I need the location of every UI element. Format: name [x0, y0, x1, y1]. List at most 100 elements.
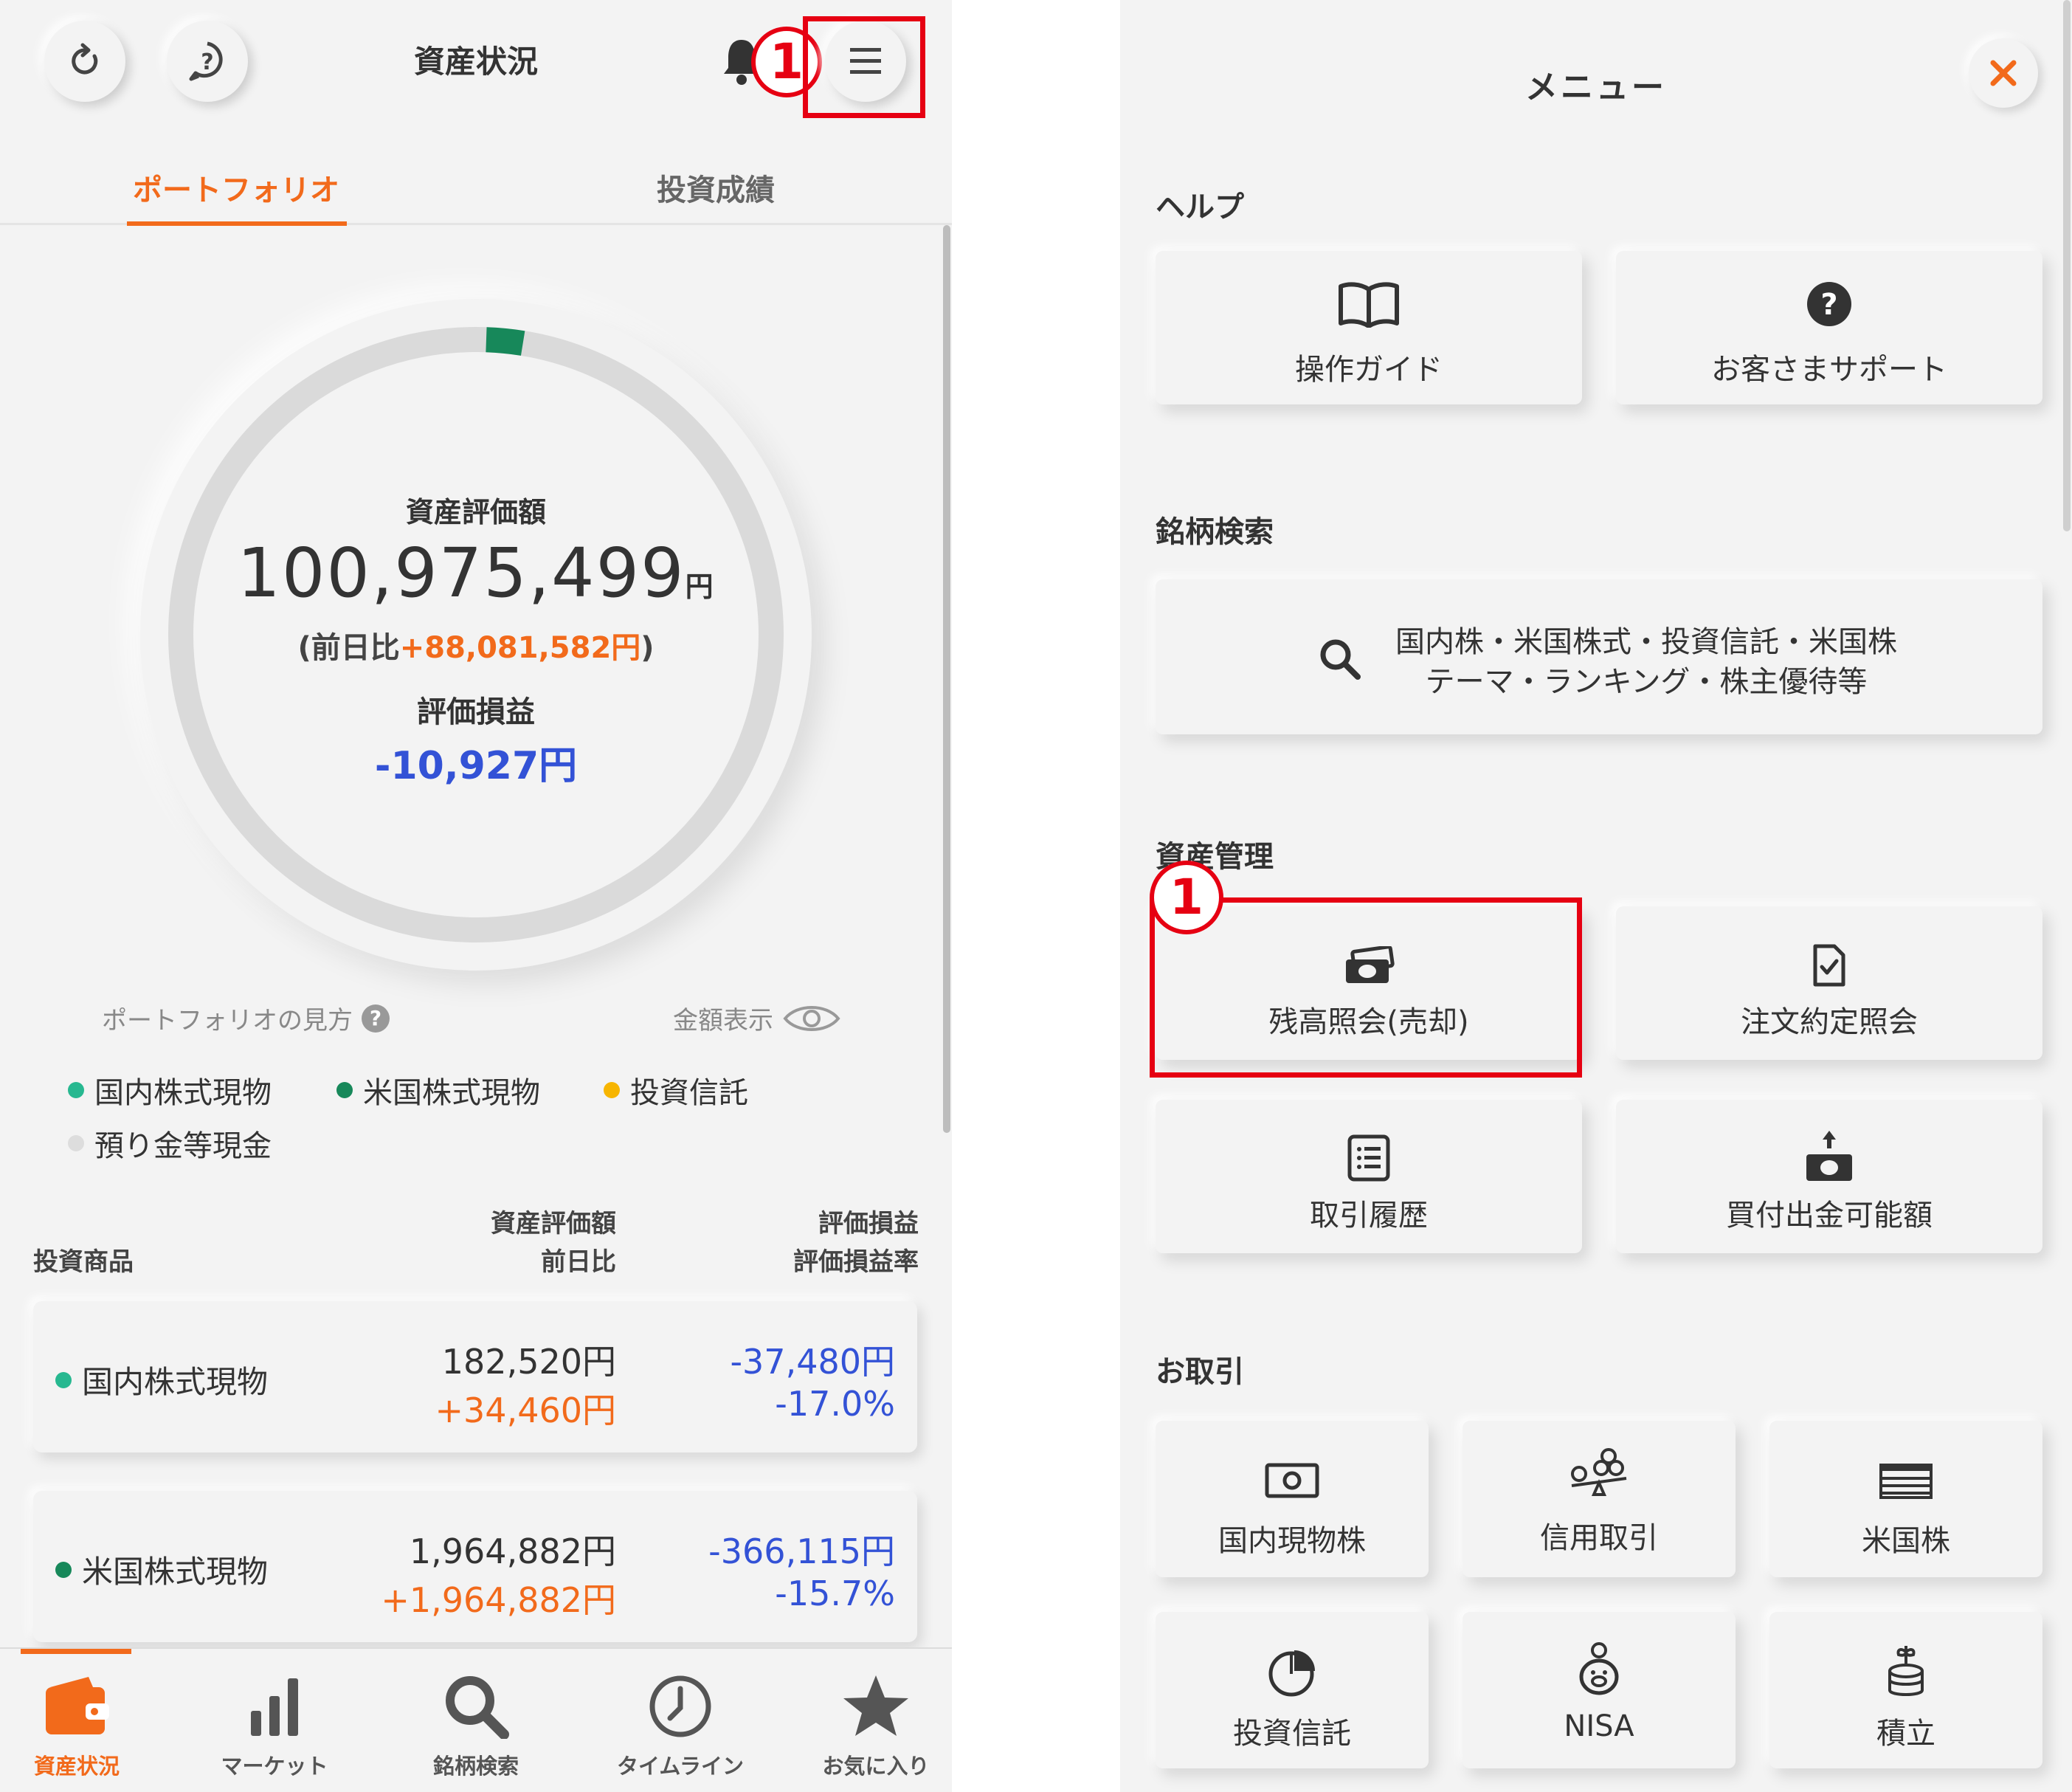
holding-value: 1,964,882円 [409, 1531, 616, 1571]
nav-label: タイムライン [617, 1754, 744, 1779]
svg-text:?: ? [201, 49, 213, 75]
amount-toggle[interactable]: 金額表示 [673, 1000, 841, 1036]
nav-item-assets[interactable]: 資産状況 [0, 1649, 172, 1792]
pl-label: 評価損益 [417, 695, 535, 729]
search-icon [446, 1676, 509, 1739]
legend-dot [68, 1082, 84, 1098]
section-search: 銘柄検索 [1156, 515, 1274, 549]
svg-text:?: ? [1820, 288, 1837, 322]
bottom-nav: 資産状況 マーケット 銘柄検索 タイムライン お気に入り [0, 1647, 952, 1792]
asset-value-unit: 円 [685, 571, 715, 603]
menu-title: メニュー [1525, 69, 1667, 106]
tile-us-stock[interactable]: 米国株 [1769, 1421, 2042, 1577]
col-header-pl-rate: 評価損益率 [793, 1247, 919, 1277]
legend-dot [68, 1135, 84, 1151]
tile-label: 投資信託 [1233, 1717, 1351, 1751]
tile-nisa[interactable]: NISA [1463, 1612, 1736, 1768]
us-flag-icon [1879, 1464, 1933, 1499]
holding-dot [55, 1561, 72, 1578]
nav-label: 銘柄検索 [432, 1754, 519, 1779]
holding-pl-rate: -17.0% [775, 1384, 895, 1424]
tile-label: 取引履歴 [1310, 1199, 1428, 1233]
help-button[interactable]: ? [167, 21, 248, 102]
eye-icon [783, 1005, 840, 1031]
refresh-button[interactable] [44, 21, 125, 102]
tile-transaction-history[interactable]: 取引履歴 [1156, 1100, 1582, 1253]
tile-label: 操作ガイド [1295, 353, 1443, 387]
page-title: 資産状況 [413, 44, 538, 80]
asset-value-amount: 100,975,499 [237, 534, 686, 613]
day-diff: (前日比+88,081,582円) [140, 624, 812, 666]
wallet-icon [46, 1677, 109, 1734]
search-tile-text: 国内株・米国株式・投資信託・米国株 テーマ・ランキング・株主優待等 [1370, 622, 1923, 702]
col-header-pl: 評価損益 [818, 1209, 919, 1238]
tile-label: 注文約定照会 [1741, 1005, 1918, 1039]
legend-item-domestic-stock: 国内株式現物 [68, 1069, 272, 1112]
tile-operation-guide[interactable]: 操作ガイド [1156, 251, 1582, 404]
active-tab-indicator [127, 221, 347, 226]
portfolio-help-link[interactable]: ポートフォリオの見方 ? [102, 1000, 390, 1036]
tile-domestic-stock[interactable]: 国内現物株 [1156, 1421, 1429, 1577]
asset-value: 100,975,499円 [140, 534, 812, 613]
bar-chart-icon [251, 1678, 298, 1736]
tile-margin-trading[interactable]: 信用取引 [1463, 1421, 1736, 1577]
holding-pl: -366,115円 [708, 1531, 895, 1571]
tile-buying-power[interactable]: 買付出金可能額 [1616, 1100, 2042, 1253]
scrollbar[interactable] [943, 225, 950, 1133]
tile-investment-trust[interactable]: 投資信託 [1156, 1612, 1429, 1768]
col-header-diff: 前日比 [541, 1247, 616, 1277]
help-icon: ? [189, 41, 223, 81]
legend-item-us-stock: 米国株式現物 [336, 1069, 540, 1112]
nav-label: お気に入り [822, 1754, 930, 1779]
piggy-bank-icon [1579, 1642, 1619, 1695]
close-icon [1990, 60, 2017, 86]
banknote-icon [1265, 1463, 1319, 1498]
tile-label: 国内現物株 [1218, 1524, 1366, 1558]
tile-label: NISA [1564, 1709, 1634, 1743]
tile-label: お客さまサポート [1711, 353, 1947, 387]
asset-donut-chart: 資産評価額 100,975,499円 (前日比+88,081,582円) 評価損… [140, 299, 812, 971]
menu-scrollbar[interactable] [2063, 0, 2071, 531]
legend-item-fund: 投資信託 [604, 1069, 748, 1112]
holding-dot [55, 1371, 72, 1388]
tile-accumulation[interactable]: 積立 [1769, 1612, 2042, 1768]
tab-portfolio[interactable]: ポートフォリオ [89, 166, 384, 209]
holding-value: 182,520円 [441, 1342, 616, 1382]
tab-bar: ポートフォリオ 投資成績 [0, 159, 952, 226]
holding-diff: +1,964,882円 [381, 1580, 616, 1620]
search-tile-line1: 国内株・米国株式・投資信託・米国株 [1395, 625, 1897, 659]
tab-performance[interactable]: 投資成績 [568, 166, 863, 209]
step-badge: 1 [1150, 861, 1223, 934]
col-header-value: 資産評価額 [491, 1209, 616, 1238]
legend-dot [336, 1082, 353, 1098]
nav-item-timeline[interactable]: タイムライン [585, 1649, 776, 1792]
holding-diff: +34,460円 [435, 1390, 617, 1430]
holding-row-domestic-stock[interactable]: 国内株式現物 182,520円 +34,460円 -37,480円 -17.0% [33, 1301, 917, 1452]
section-trade: お取引 [1156, 1355, 1244, 1389]
nav-item-search[interactable]: 銘柄検索 [381, 1649, 571, 1792]
list-icon [1347, 1134, 1390, 1182]
holding-name-label: 米国株式現物 [82, 1554, 269, 1590]
day-diff-value: +88,081,582円 [399, 631, 641, 665]
tile-customer-support[interactable]: ? お客さまサポート [1616, 251, 2042, 404]
close-button[interactable] [1969, 38, 2038, 108]
legend-label: 預り金等現金 [94, 1129, 272, 1163]
holding-row-us-stock[interactable]: 米国株式現物 1,964,882円 +1,964,882円 -366,115円 … [33, 1491, 917, 1642]
col-header-product: 投資商品 [33, 1247, 134, 1277]
legend-dot [604, 1082, 620, 1098]
tile-label: 信用取引 [1540, 1521, 1658, 1555]
nav-label: 資産状況 [33, 1754, 120, 1779]
coins-scale-icon [1571, 1448, 1627, 1496]
tile-order-inquiry[interactable]: 注文約定照会 [1616, 906, 2042, 1060]
question-icon: ? [362, 1004, 390, 1033]
tile-stock-search[interactable]: 国内株・米国株式・投資信託・米国株 テーマ・ランキング・株主優待等 [1156, 579, 2042, 734]
holding-name: 国内株式現物 [55, 1357, 268, 1402]
clock-icon [649, 1675, 711, 1737]
pie-chart-icon [1268, 1650, 1315, 1697]
question-icon: ? [1807, 282, 1851, 326]
search-icon [1320, 639, 1361, 680]
legend-label: 米国株式現物 [363, 1076, 540, 1110]
nav-item-favorites[interactable]: お気に入り [781, 1649, 952, 1792]
book-icon [1339, 282, 1399, 328]
nav-item-market[interactable]: マーケット [179, 1649, 370, 1792]
